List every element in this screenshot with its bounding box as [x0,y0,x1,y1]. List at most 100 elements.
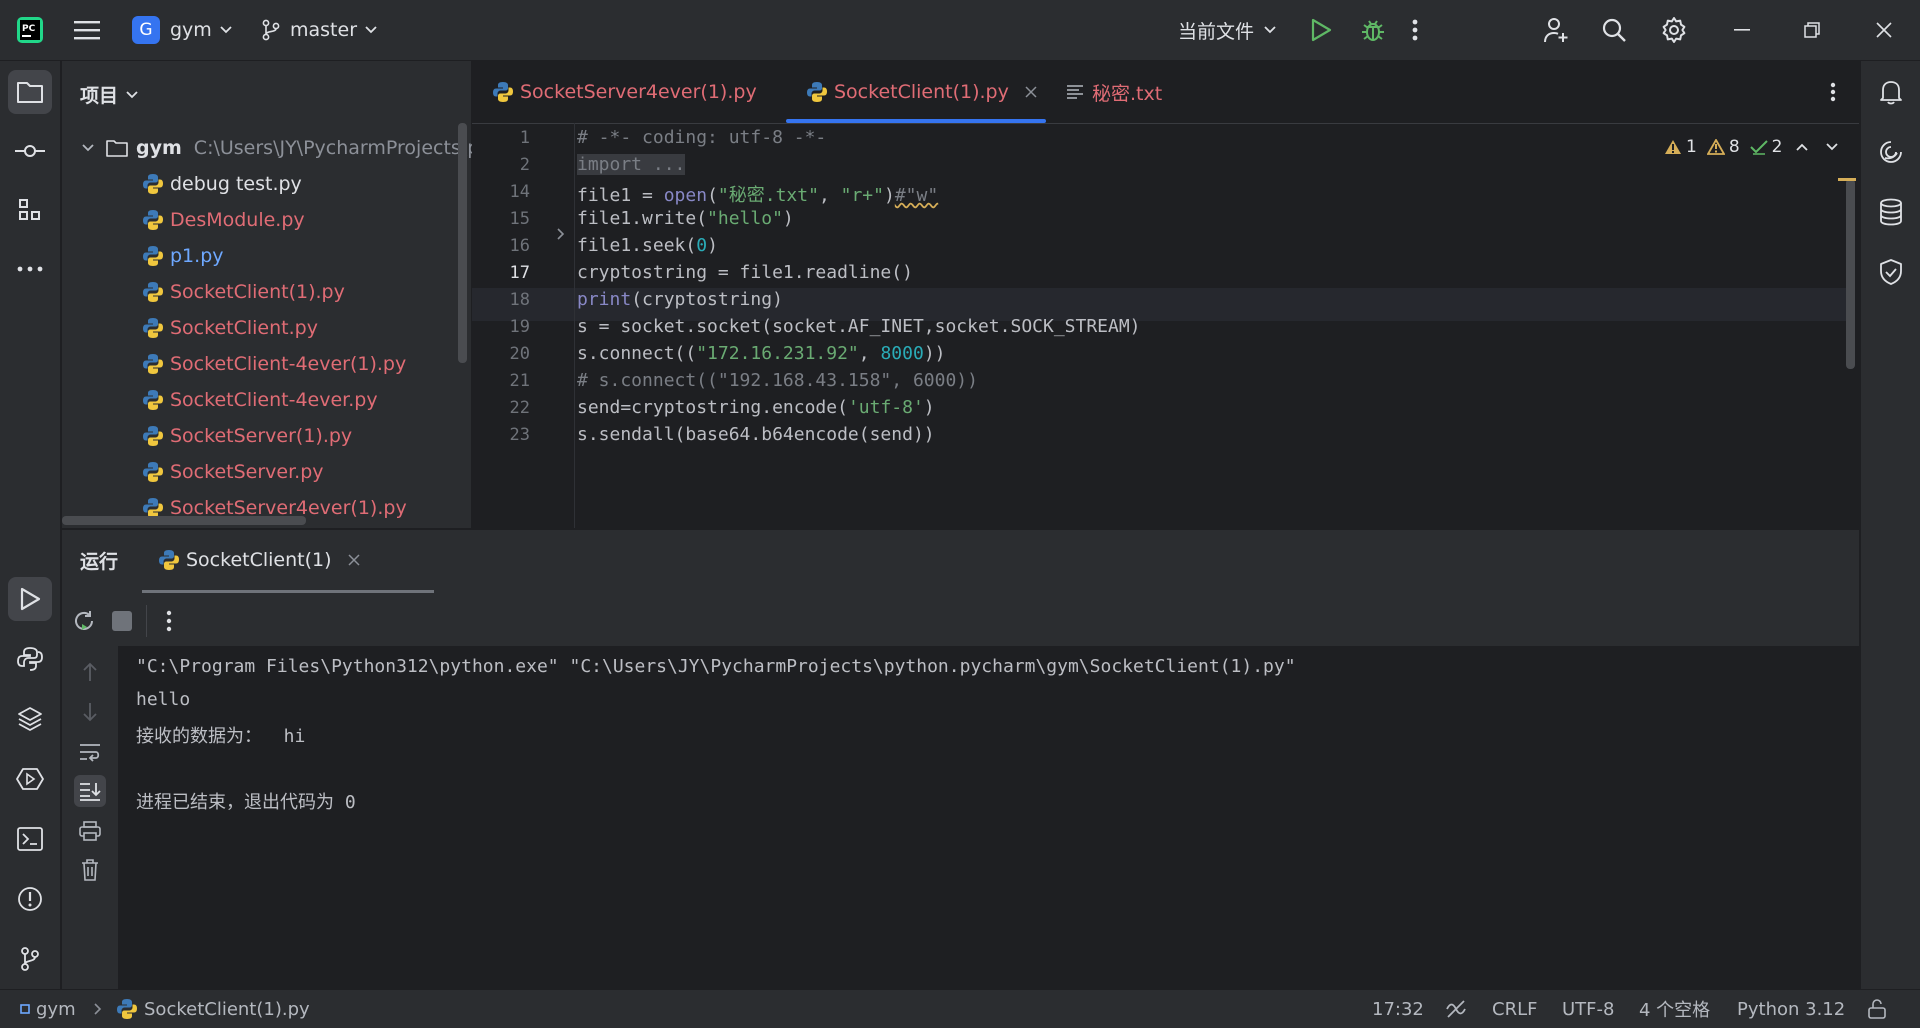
code-line-21: # s.connect(("192.168.43.158", 6000)) [577,370,978,391]
branch-switcher[interactable]: master [262,0,377,60]
structure-tool-button[interactable] [8,188,52,232]
project-panel-header[interactable]: 项目 [80,81,138,108]
tab-socketclient-1[interactable]: SocketClient(1).py [806,61,1037,123]
run-more-icon[interactable] [166,610,172,632]
main-menu-icon[interactable] [74,0,100,60]
weak-warning-check-icon [1749,140,1768,155]
soft-wrap-icon[interactable] [74,736,106,768]
python-file-icon [143,354,163,374]
code-style-icon[interactable] [1445,990,1467,1028]
line-number: 23 [509,425,530,445]
file-encoding[interactable]: UTF-8 [1562,990,1614,1028]
text-file-icon [1067,85,1083,99]
python-interpreter[interactable]: Python 3.12 [1737,990,1845,1028]
project-switcher[interactable]: G gym [132,0,232,60]
warning-marker[interactable] [1838,178,1856,181]
ai-assistant-icon[interactable] [1869,130,1913,174]
notifications-bell-icon[interactable] [1869,70,1913,114]
stop-icon[interactable] [112,611,132,631]
folder-icon [106,140,128,157]
editor-area: SocketServer4ever(1).py SocketClient(1).… [472,61,1859,528]
chevron-up-icon[interactable] [1796,143,1809,151]
search-icon[interactable] [1601,0,1627,60]
scroll-to-end-icon[interactable] [74,775,106,807]
restore-window-icon[interactable] [1804,0,1820,60]
security-shield-icon[interactable] [1869,250,1913,294]
python-file-icon [159,550,179,570]
python-file-icon [143,282,163,302]
console-command-line: "C:\Program Files\Python312\python.exe" … [136,656,1296,677]
run-tab-socketclient[interactable]: SocketClient(1) [158,530,360,590]
run-tool-button[interactable] [8,577,52,621]
tree-file-item[interactable]: p1.py [142,239,224,273]
project-tool-button[interactable] [8,70,52,114]
line-separator[interactable]: CRLF [1492,990,1537,1028]
run-tab-indicator [142,590,434,593]
services-icon [16,768,44,790]
more-actions-icon[interactable] [1412,0,1418,60]
tree-file-label: SocketServer.py [170,461,324,483]
code-line-2: import ... [577,154,686,175]
inspection-widget[interactable]: 1 8 2 [1664,133,1839,161]
tabs-more-icon[interactable] [1830,61,1836,123]
services-tool-button[interactable] [8,757,52,801]
tree-file-item[interactable]: DesModule.py [142,203,305,237]
terminal-tool-button[interactable] [8,817,52,861]
indent-setting[interactable]: 4 个空格 [1639,990,1710,1028]
close-window-icon[interactable] [1876,0,1892,60]
python-console-button[interactable] [8,637,52,681]
status-bar: gym SocketClient(1).py 17:32 CRLF UTF-8 … [0,989,1920,1028]
python-file-icon [143,246,163,266]
debug-button[interactable] [1360,0,1386,60]
tree-file-label: SocketServer(1).py [170,425,353,447]
add-user-icon[interactable] [1542,0,1570,60]
scroll-down-icon[interactable] [74,696,106,728]
toolbar-divider [146,605,147,637]
cursor-position[interactable]: 17:32 [1372,990,1424,1028]
close-tab-icon[interactable] [1025,86,1037,98]
tree-file-item[interactable]: SocketServer(1).py [142,419,352,453]
commit-tool-button[interactable] [8,129,52,173]
chevron-down-icon[interactable] [1826,143,1839,151]
tree-file-item[interactable]: SocketClient(1).py [142,275,345,309]
trash-icon[interactable] [74,854,106,886]
settings-gear-icon[interactable] [1660,0,1688,60]
rerun-icon[interactable] [70,607,98,635]
tree-file-item[interactable]: debug test.py [142,167,302,201]
run-button[interactable] [1310,0,1332,60]
minimize-icon[interactable] [1734,0,1750,60]
editor-scrollbar[interactable] [1846,179,1855,369]
database-icon[interactable] [1869,190,1913,234]
project-scrollbar[interactable] [458,123,467,363]
weak-warnings-count: 2 [1771,137,1783,157]
project-hscrollbar[interactable] [62,516,306,525]
tree-file-item[interactable]: SocketClient-4ever.py [142,383,378,417]
run-config-selector[interactable]: 当前文件 [1178,0,1276,60]
python-packages-button[interactable] [8,697,52,741]
status-file[interactable]: SocketClient(1).py [116,990,310,1028]
git-tool-button[interactable] [8,937,52,981]
tree-file-item[interactable]: SocketClient.py [142,311,318,345]
tree-file-label: debug test.py [170,173,302,195]
code-line-22: send=cryptostring.encode('utf-8') [577,397,935,418]
terminal-icon [17,827,43,851]
tab-secret-txt[interactable]: 秘密.txt [1066,61,1162,123]
run-tab-label: SocketClient(1) [186,549,332,571]
close-tab-icon[interactable] [347,554,360,566]
pycharm-logo-icon[interactable]: PC [16,0,44,60]
tab-socketserver4ever[interactable]: SocketServer4ever(1).py [492,61,757,123]
line-number: 15 [509,209,530,229]
tree-root-gym[interactable]: gym C:\Users\JY\PycharmProjects\p [82,131,479,165]
tab-label: SocketClient(1).py [834,81,1009,103]
scroll-up-icon[interactable] [74,656,106,688]
fold-expand-icon[interactable] [556,227,566,241]
print-icon[interactable] [74,815,106,847]
tree-file-item[interactable]: SocketClient-4ever(1).py [142,347,406,381]
lock-icon[interactable] [1868,990,1886,1028]
tree-file-label: SocketClient(1).py [170,281,345,303]
status-project[interactable]: gym [20,990,76,1028]
console-output[interactable]: "C:\Program Files\Python312\python.exe" … [118,646,1859,990]
tree-file-item[interactable]: SocketServer.py [142,455,324,489]
problems-tool-button[interactable] [8,877,52,921]
more-tools-icon[interactable] [8,247,52,291]
